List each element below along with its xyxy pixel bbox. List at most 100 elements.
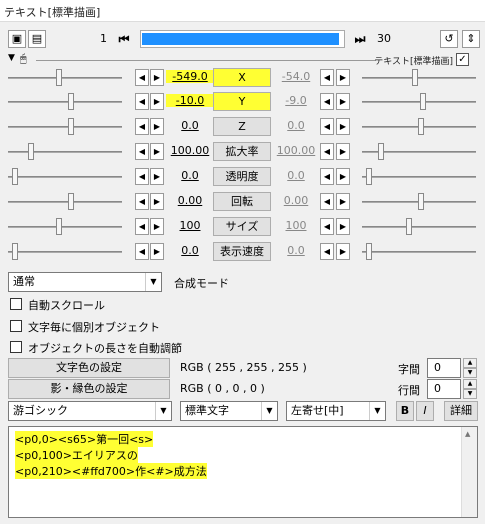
decrement-arrow-icon[interactable]: ◀ bbox=[320, 193, 334, 210]
increment-arrow-icon[interactable]: ▶ bbox=[150, 69, 164, 86]
end-slider-thumb[interactable] bbox=[412, 69, 418, 86]
end-slider-thumb[interactable] bbox=[420, 93, 426, 110]
track-button-scale[interactable]: 拡大率 bbox=[213, 142, 271, 161]
object-enable-checkbox[interactable]: ✓ bbox=[456, 53, 469, 66]
start-slider[interactable] bbox=[8, 151, 122, 153]
detail-button[interactable]: 詳細 bbox=[444, 401, 478, 421]
end-slider-thumb[interactable] bbox=[366, 168, 372, 185]
start-value[interactable]: 0.0 bbox=[166, 119, 214, 132]
increment-arrow-icon[interactable]: ▶ bbox=[150, 118, 164, 135]
start-slider-thumb[interactable] bbox=[68, 93, 74, 110]
decrement-arrow-icon[interactable]: ◀ bbox=[320, 118, 334, 135]
start-slider-thumb[interactable] bbox=[12, 243, 18, 260]
start-slider-thumb[interactable] bbox=[68, 118, 74, 135]
increment-arrow-icon[interactable]: ▶ bbox=[336, 243, 350, 260]
spin-down-icon[interactable]: ▼ bbox=[463, 368, 477, 378]
increment-arrow-icon[interactable]: ▶ bbox=[336, 193, 350, 210]
decrement-arrow-icon[interactable]: ◀ bbox=[135, 193, 149, 210]
start-value[interactable]: 0.0 bbox=[166, 169, 214, 182]
bold-button[interactable]: B bbox=[396, 401, 414, 421]
end-value[interactable]: 0.00 bbox=[272, 194, 320, 207]
end-slider-thumb[interactable] bbox=[418, 118, 424, 135]
char-spacing-input[interactable]: 0 bbox=[427, 358, 461, 378]
end-value[interactable]: 0.0 bbox=[272, 119, 320, 132]
start-value[interactable]: 0.0 bbox=[166, 244, 214, 257]
end-slider-thumb[interactable] bbox=[418, 193, 424, 210]
decrement-arrow-icon[interactable]: ◀ bbox=[320, 93, 334, 110]
end-slider[interactable] bbox=[362, 226, 476, 228]
decrement-arrow-icon[interactable]: ◀ bbox=[135, 143, 149, 160]
track-button-rotation[interactable]: 回転 bbox=[213, 192, 271, 211]
end-slider-thumb[interactable] bbox=[406, 218, 412, 235]
start-slider-thumb[interactable] bbox=[68, 193, 74, 210]
start-slider[interactable] bbox=[8, 126, 122, 128]
start-slider-thumb[interactable] bbox=[12, 168, 18, 185]
per-char-object-checkbox[interactable] bbox=[10, 320, 22, 332]
text-style-select[interactable]: 標準文字 ▼ bbox=[180, 401, 278, 421]
increment-arrow-icon[interactable]: ▶ bbox=[150, 218, 164, 235]
start-slider[interactable] bbox=[8, 226, 122, 228]
decrement-arrow-icon[interactable]: ◀ bbox=[135, 218, 149, 235]
vertical-scrollbar[interactable]: ▲ bbox=[461, 427, 477, 517]
rewind-icon[interactable]: ⏮ bbox=[114, 30, 134, 48]
decrement-arrow-icon[interactable]: ◀ bbox=[135, 118, 149, 135]
reset-icon[interactable]: ↺ bbox=[440, 30, 458, 48]
alignment-select[interactable]: 左寄せ[中] ▼ bbox=[286, 401, 386, 421]
decrement-arrow-icon[interactable]: ◀ bbox=[320, 69, 334, 86]
increment-arrow-icon[interactable]: ▶ bbox=[336, 93, 350, 110]
end-slider[interactable] bbox=[362, 77, 476, 79]
end-value[interactable]: 100.00 bbox=[272, 144, 320, 157]
track-button-display-speed[interactable]: 表示速度 bbox=[213, 242, 271, 261]
increment-arrow-icon[interactable]: ▶ bbox=[336, 168, 350, 185]
scroll-up-icon[interactable]: ▲ bbox=[465, 430, 470, 438]
track-button-y[interactable]: Y bbox=[213, 92, 271, 111]
start-slider[interactable] bbox=[8, 251, 122, 253]
spin-up-icon[interactable]: ▲ bbox=[463, 358, 477, 368]
italic-button[interactable]: I bbox=[416, 401, 434, 421]
text-content-area[interactable]: <p0,0><s65>第一回<s> <p0,100>エイリアスの <p0,210… bbox=[8, 426, 478, 518]
blend-mode-select[interactable]: 通常 ▼ bbox=[8, 272, 162, 292]
increment-arrow-icon[interactable]: ▶ bbox=[336, 218, 350, 235]
end-value[interactable]: 100 bbox=[272, 219, 320, 232]
increment-arrow-icon[interactable]: ▶ bbox=[150, 143, 164, 160]
decrement-arrow-icon[interactable]: ◀ bbox=[320, 243, 334, 260]
start-slider[interactable] bbox=[8, 176, 122, 178]
start-value[interactable]: -549.0 bbox=[166, 70, 214, 83]
decrement-arrow-icon[interactable]: ◀ bbox=[135, 93, 149, 110]
increment-arrow-icon[interactable]: ▶ bbox=[150, 193, 164, 210]
end-value[interactable]: -54.0 bbox=[272, 70, 320, 83]
start-slider-thumb[interactable] bbox=[56, 218, 62, 235]
track-button-size[interactable]: サイズ bbox=[213, 217, 271, 236]
start-slider[interactable] bbox=[8, 201, 122, 203]
end-value[interactable]: 0.0 bbox=[272, 169, 320, 182]
increment-arrow-icon[interactable]: ▶ bbox=[336, 69, 350, 86]
track-button-x[interactable]: X bbox=[213, 68, 271, 87]
spin-down-icon[interactable]: ▼ bbox=[463, 389, 477, 399]
start-slider-thumb[interactable] bbox=[28, 143, 34, 160]
end-slider[interactable] bbox=[362, 101, 476, 103]
end-slider-thumb[interactable] bbox=[366, 243, 372, 260]
text-color-button[interactable]: 文字色の設定 bbox=[8, 358, 170, 378]
shadow-color-button[interactable]: 影・縁色の設定 bbox=[8, 379, 170, 399]
auto-length-checkbox[interactable] bbox=[10, 341, 22, 353]
timeline-bar[interactable] bbox=[140, 30, 345, 48]
decrement-arrow-icon[interactable]: ◀ bbox=[320, 168, 334, 185]
increment-arrow-icon[interactable]: ▶ bbox=[336, 143, 350, 160]
fast-forward-icon[interactable]: ⏭ bbox=[350, 30, 370, 48]
line-spacing-input[interactable]: 0 bbox=[427, 379, 461, 399]
end-value[interactable]: 0.0 bbox=[272, 244, 320, 257]
track-button-opacity[interactable]: 透明度 bbox=[213, 167, 271, 186]
spin-up-icon[interactable]: ▲ bbox=[463, 379, 477, 389]
track-button-z[interactable]: Z bbox=[213, 117, 271, 136]
collapse-arrow-icon[interactable]: ▼ bbox=[8, 53, 15, 63]
end-value[interactable]: -9.0 bbox=[272, 94, 320, 107]
decrement-arrow-icon[interactable]: ◀ bbox=[135, 243, 149, 260]
decrement-arrow-icon[interactable]: ◀ bbox=[135, 168, 149, 185]
increment-arrow-icon[interactable]: ▶ bbox=[336, 118, 350, 135]
start-value[interactable]: 100 bbox=[166, 219, 214, 232]
start-value[interactable]: 100.00 bbox=[166, 144, 214, 157]
font-family-select[interactable]: 游ゴシック ▼ bbox=[8, 401, 172, 421]
end-slider-thumb[interactable] bbox=[378, 143, 384, 160]
decrement-arrow-icon[interactable]: ◀ bbox=[320, 143, 334, 160]
start-value[interactable]: 0.00 bbox=[166, 194, 214, 207]
